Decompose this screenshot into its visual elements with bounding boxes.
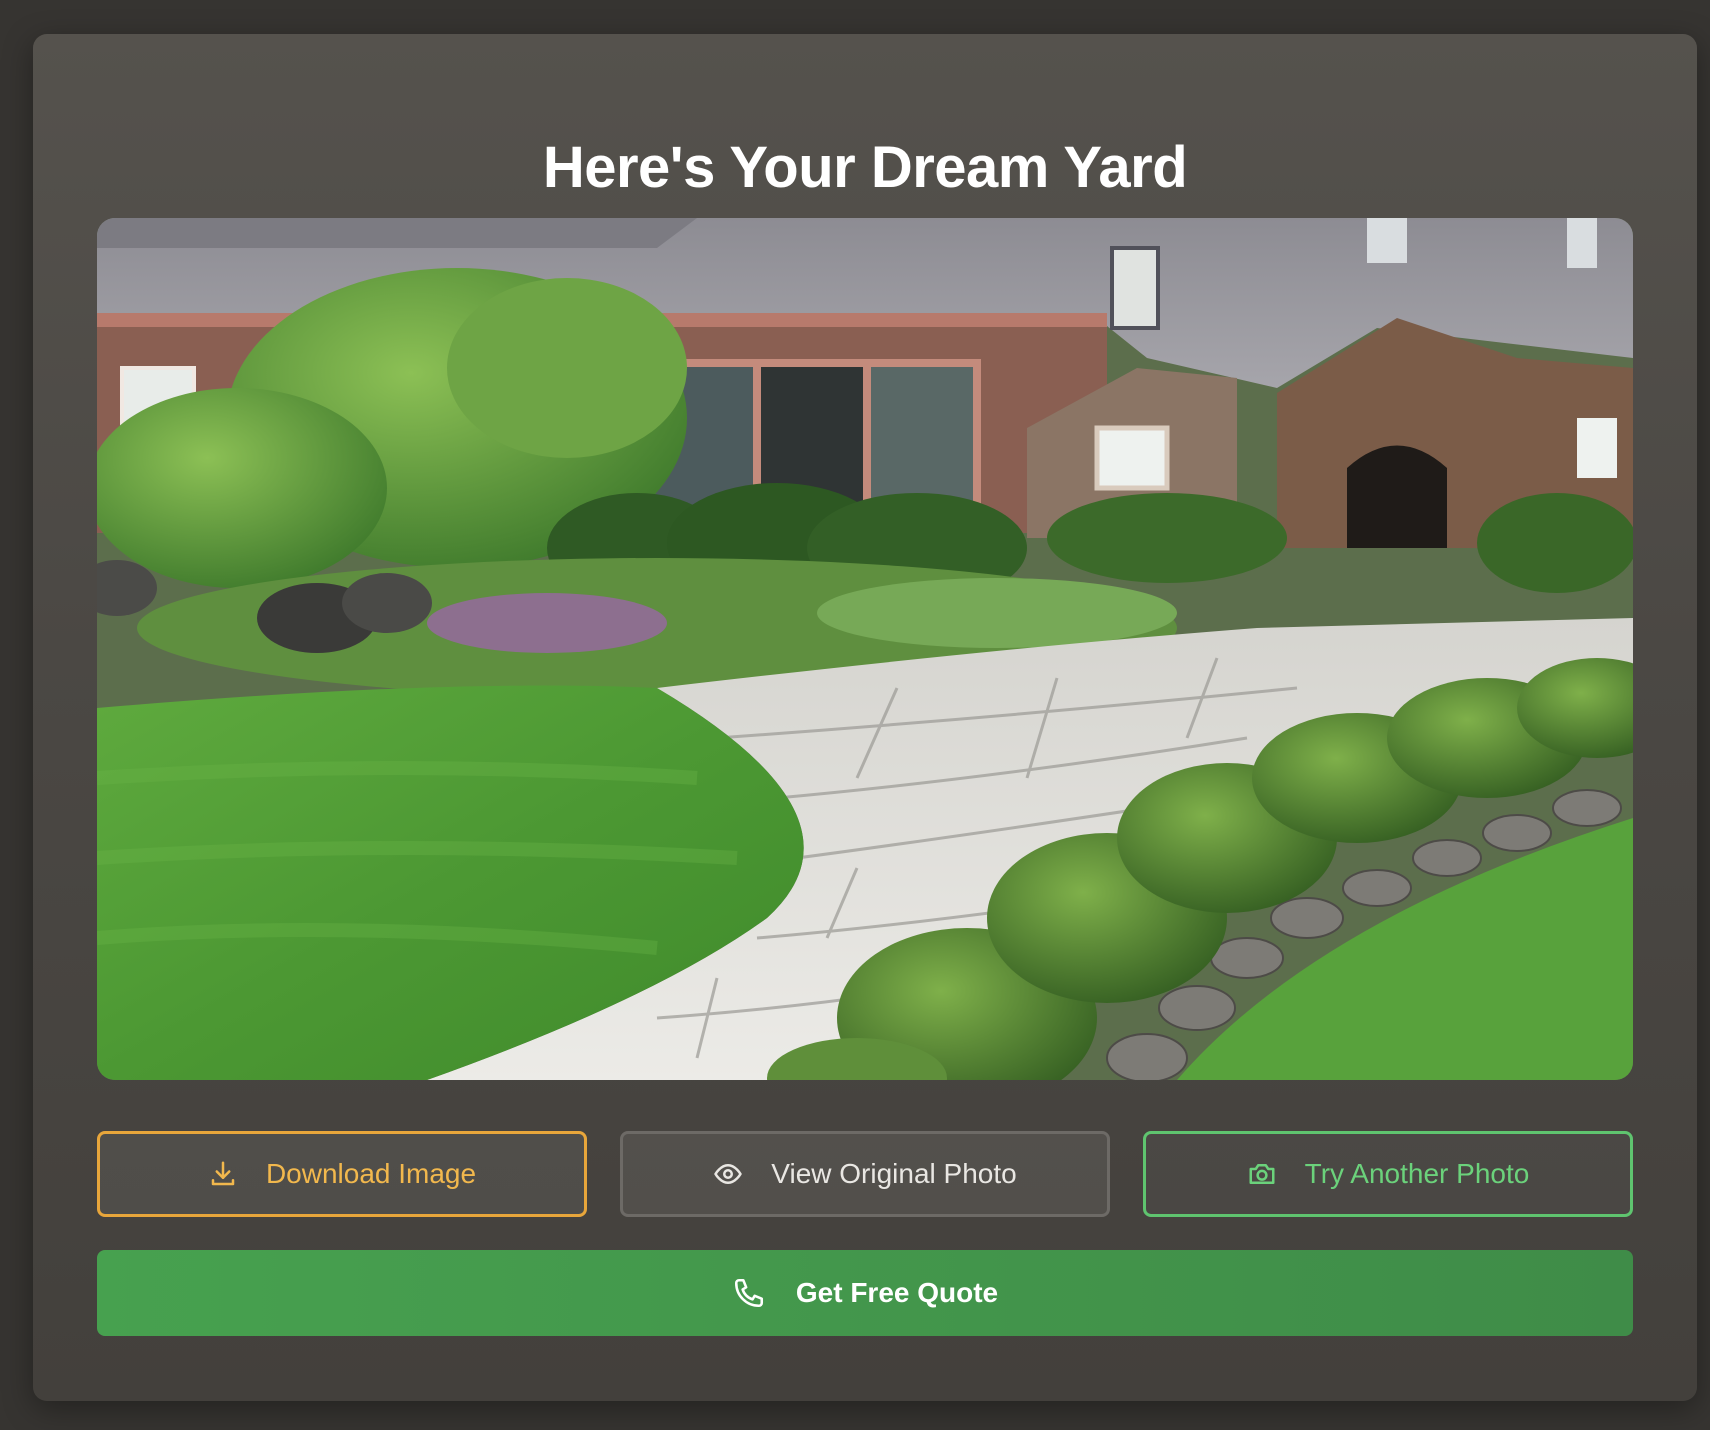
- try-another-photo-button[interactable]: Try Another Photo: [1143, 1131, 1633, 1217]
- generated-yard-image: [97, 218, 1633, 1080]
- page-title: Here's Your Dream Yard: [542, 135, 1188, 200]
- download-image-label: Download Image: [265, 1158, 477, 1189]
- get-free-quote-label: Get Free Quote: [795, 1277, 999, 1308]
- result-card: Here's Your Dream Yard Download Image Vi…: [33, 34, 1697, 1401]
- download-image-button[interactable]: Download Image: [97, 1131, 587, 1217]
- phone-icon: [734, 1278, 763, 1308]
- view-original-photo-label: View Original Photo: [771, 1158, 1017, 1189]
- get-free-quote-button[interactable]: Get Free Quote: [97, 1250, 1633, 1336]
- camera-icon: [1249, 1164, 1275, 1184]
- eye-icon: [714, 1164, 743, 1184]
- try-another-photo-label: Try Another Photo: [1304, 1158, 1530, 1189]
- view-original-photo-button[interactable]: View Original Photo: [620, 1131, 1110, 1217]
- download-icon: [211, 1161, 235, 1186]
- yard-photo-illustration: [97, 218, 1633, 1080]
